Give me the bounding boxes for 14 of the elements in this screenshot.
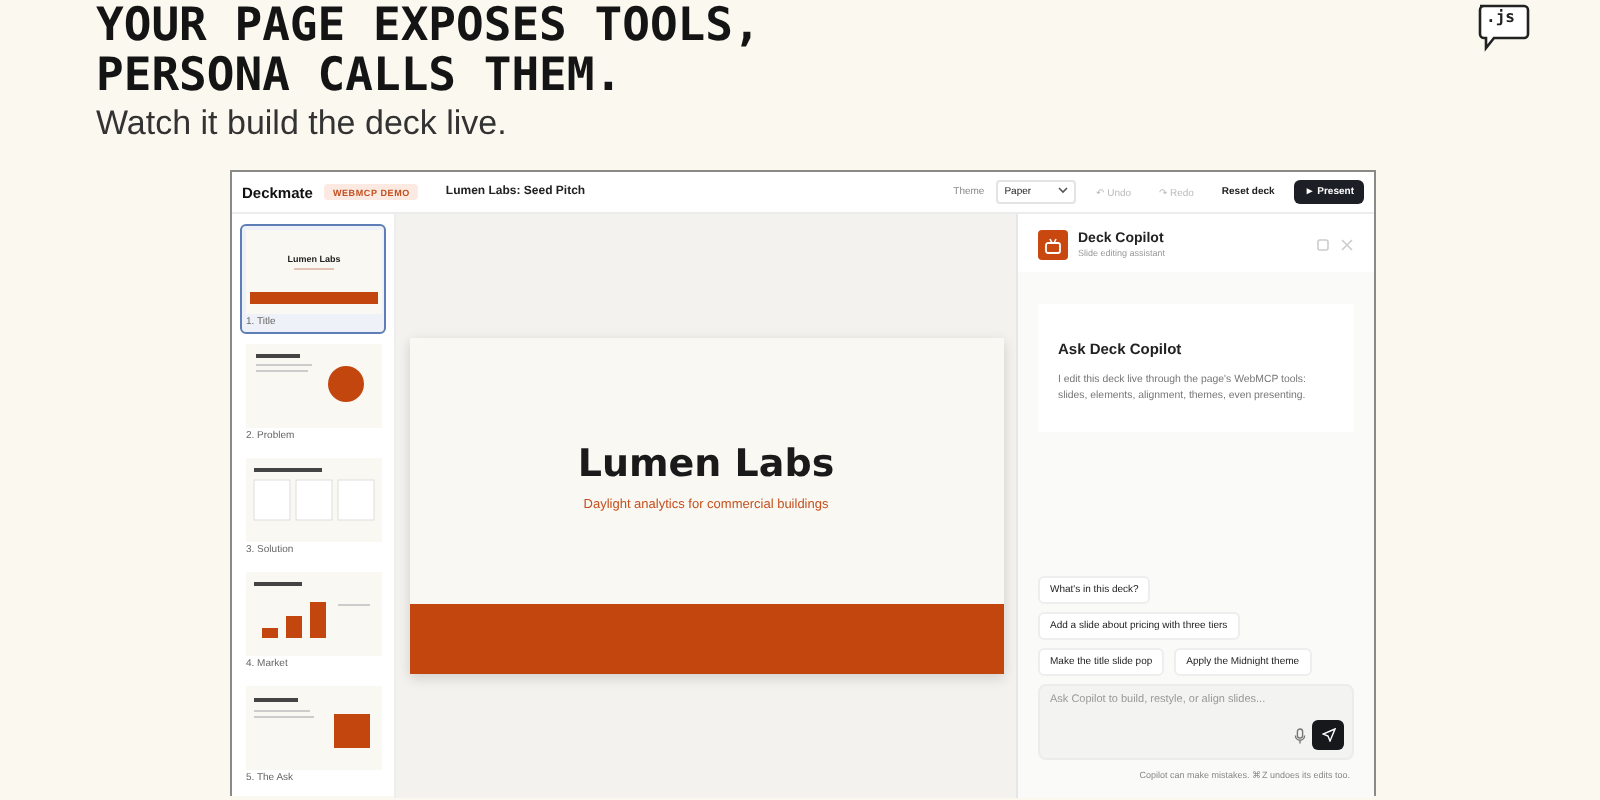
send-button[interactable] xyxy=(1312,720,1344,750)
robot-icon xyxy=(1038,230,1068,260)
subtitle: Watch it build the deck live. xyxy=(96,104,509,144)
slide-title: Lumen Labs xyxy=(577,442,835,486)
headline-line: PERSONA CALLS THEM. xyxy=(96,52,625,102)
caret-icon xyxy=(1058,186,1069,194)
headline-line: YOUR PAGE EXPOSES TOOLS, xyxy=(96,2,761,52)
microphone-icon[interactable] xyxy=(1294,728,1306,744)
slide-preview-drawing xyxy=(246,230,382,314)
slide-preview-drawing xyxy=(246,458,382,542)
slide-preview-drawing xyxy=(246,572,382,656)
slide-preview-drawing xyxy=(246,344,382,428)
slide-preview-drawing xyxy=(246,686,382,770)
send-icon xyxy=(1321,728,1335,742)
